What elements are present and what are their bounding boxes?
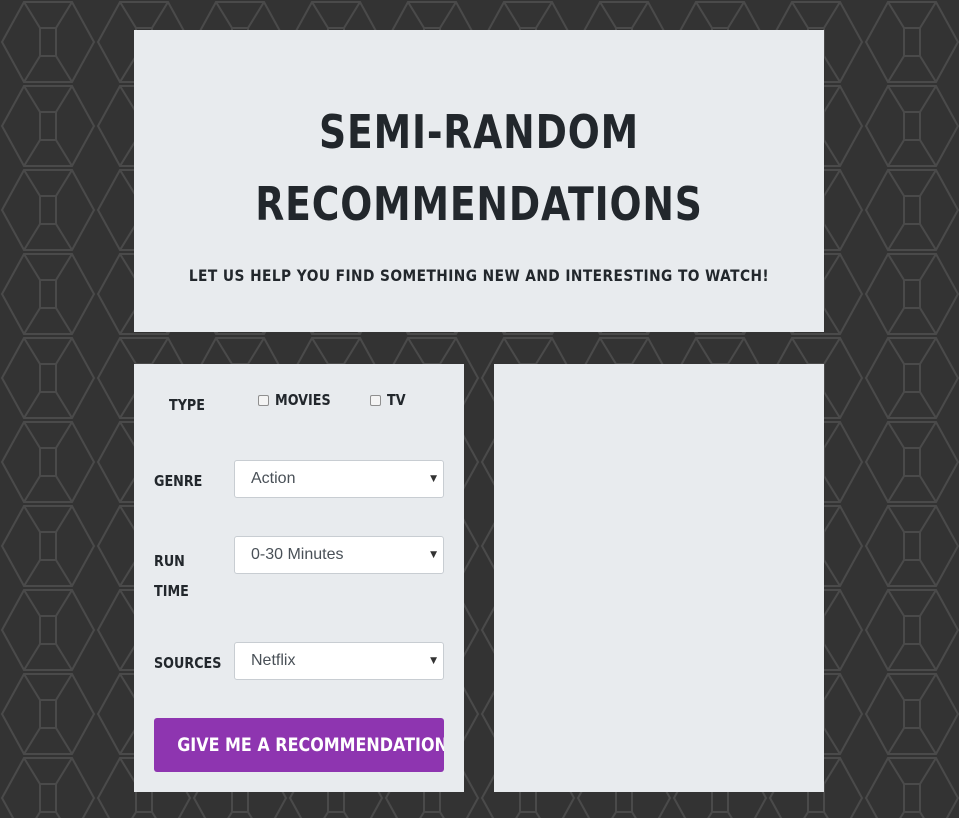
runtime-label-line-1: Run bbox=[154, 552, 185, 570]
recommendation-form: Type Movies TV Genre Action ▼ Run Time 0… bbox=[134, 364, 464, 792]
chevron-down-icon: ▼ bbox=[430, 474, 437, 484]
chevron-down-icon: ▼ bbox=[430, 656, 437, 666]
recommendation-result-panel bbox=[494, 364, 824, 792]
tv-checkbox-label[interactable]: TV bbox=[387, 391, 406, 409]
runtime-label: Run Time bbox=[154, 546, 189, 606]
runtime-select[interactable]: 0-30 Minutes ▼ bbox=[234, 536, 444, 574]
page-title-line-1: Semi-Random bbox=[319, 105, 639, 159]
genre-select-value: Action bbox=[251, 470, 296, 487]
hero-panel: Semi-Random Recommendations Let us help … bbox=[134, 30, 824, 332]
recommendation-button-label[interactable]: Give me a recommendation! bbox=[177, 718, 444, 772]
chevron-down-icon: ▼ bbox=[430, 550, 437, 560]
genre-label: Genre bbox=[154, 472, 203, 490]
movies-checkbox-label[interactable]: Movies bbox=[275, 391, 331, 409]
sources-select-value: Netflix bbox=[251, 652, 296, 669]
page-title-line-2: Recommendations bbox=[255, 177, 703, 231]
movies-checkbox[interactable] bbox=[258, 394, 269, 406]
page-subtitle: Let us help you find something new and i… bbox=[188, 266, 770, 285]
sources-label: Sources bbox=[154, 654, 222, 672]
type-label: Type bbox=[169, 396, 205, 414]
genre-select[interactable]: Action ▼ bbox=[234, 460, 444, 498]
tv-checkbox-row[interactable]: TV bbox=[370, 391, 409, 409]
page-title: Semi-Random Recommendations bbox=[196, 96, 762, 240]
runtime-label-line-2: Time bbox=[154, 582, 189, 600]
runtime-select-value: 0-30 Minutes bbox=[251, 546, 344, 563]
sources-select[interactable]: Netflix ▼ bbox=[234, 642, 444, 680]
recommendation-button[interactable]: Give me a recommendation! bbox=[154, 718, 444, 772]
tv-checkbox[interactable] bbox=[370, 394, 381, 406]
movies-checkbox-row[interactable]: Movies bbox=[258, 391, 341, 409]
